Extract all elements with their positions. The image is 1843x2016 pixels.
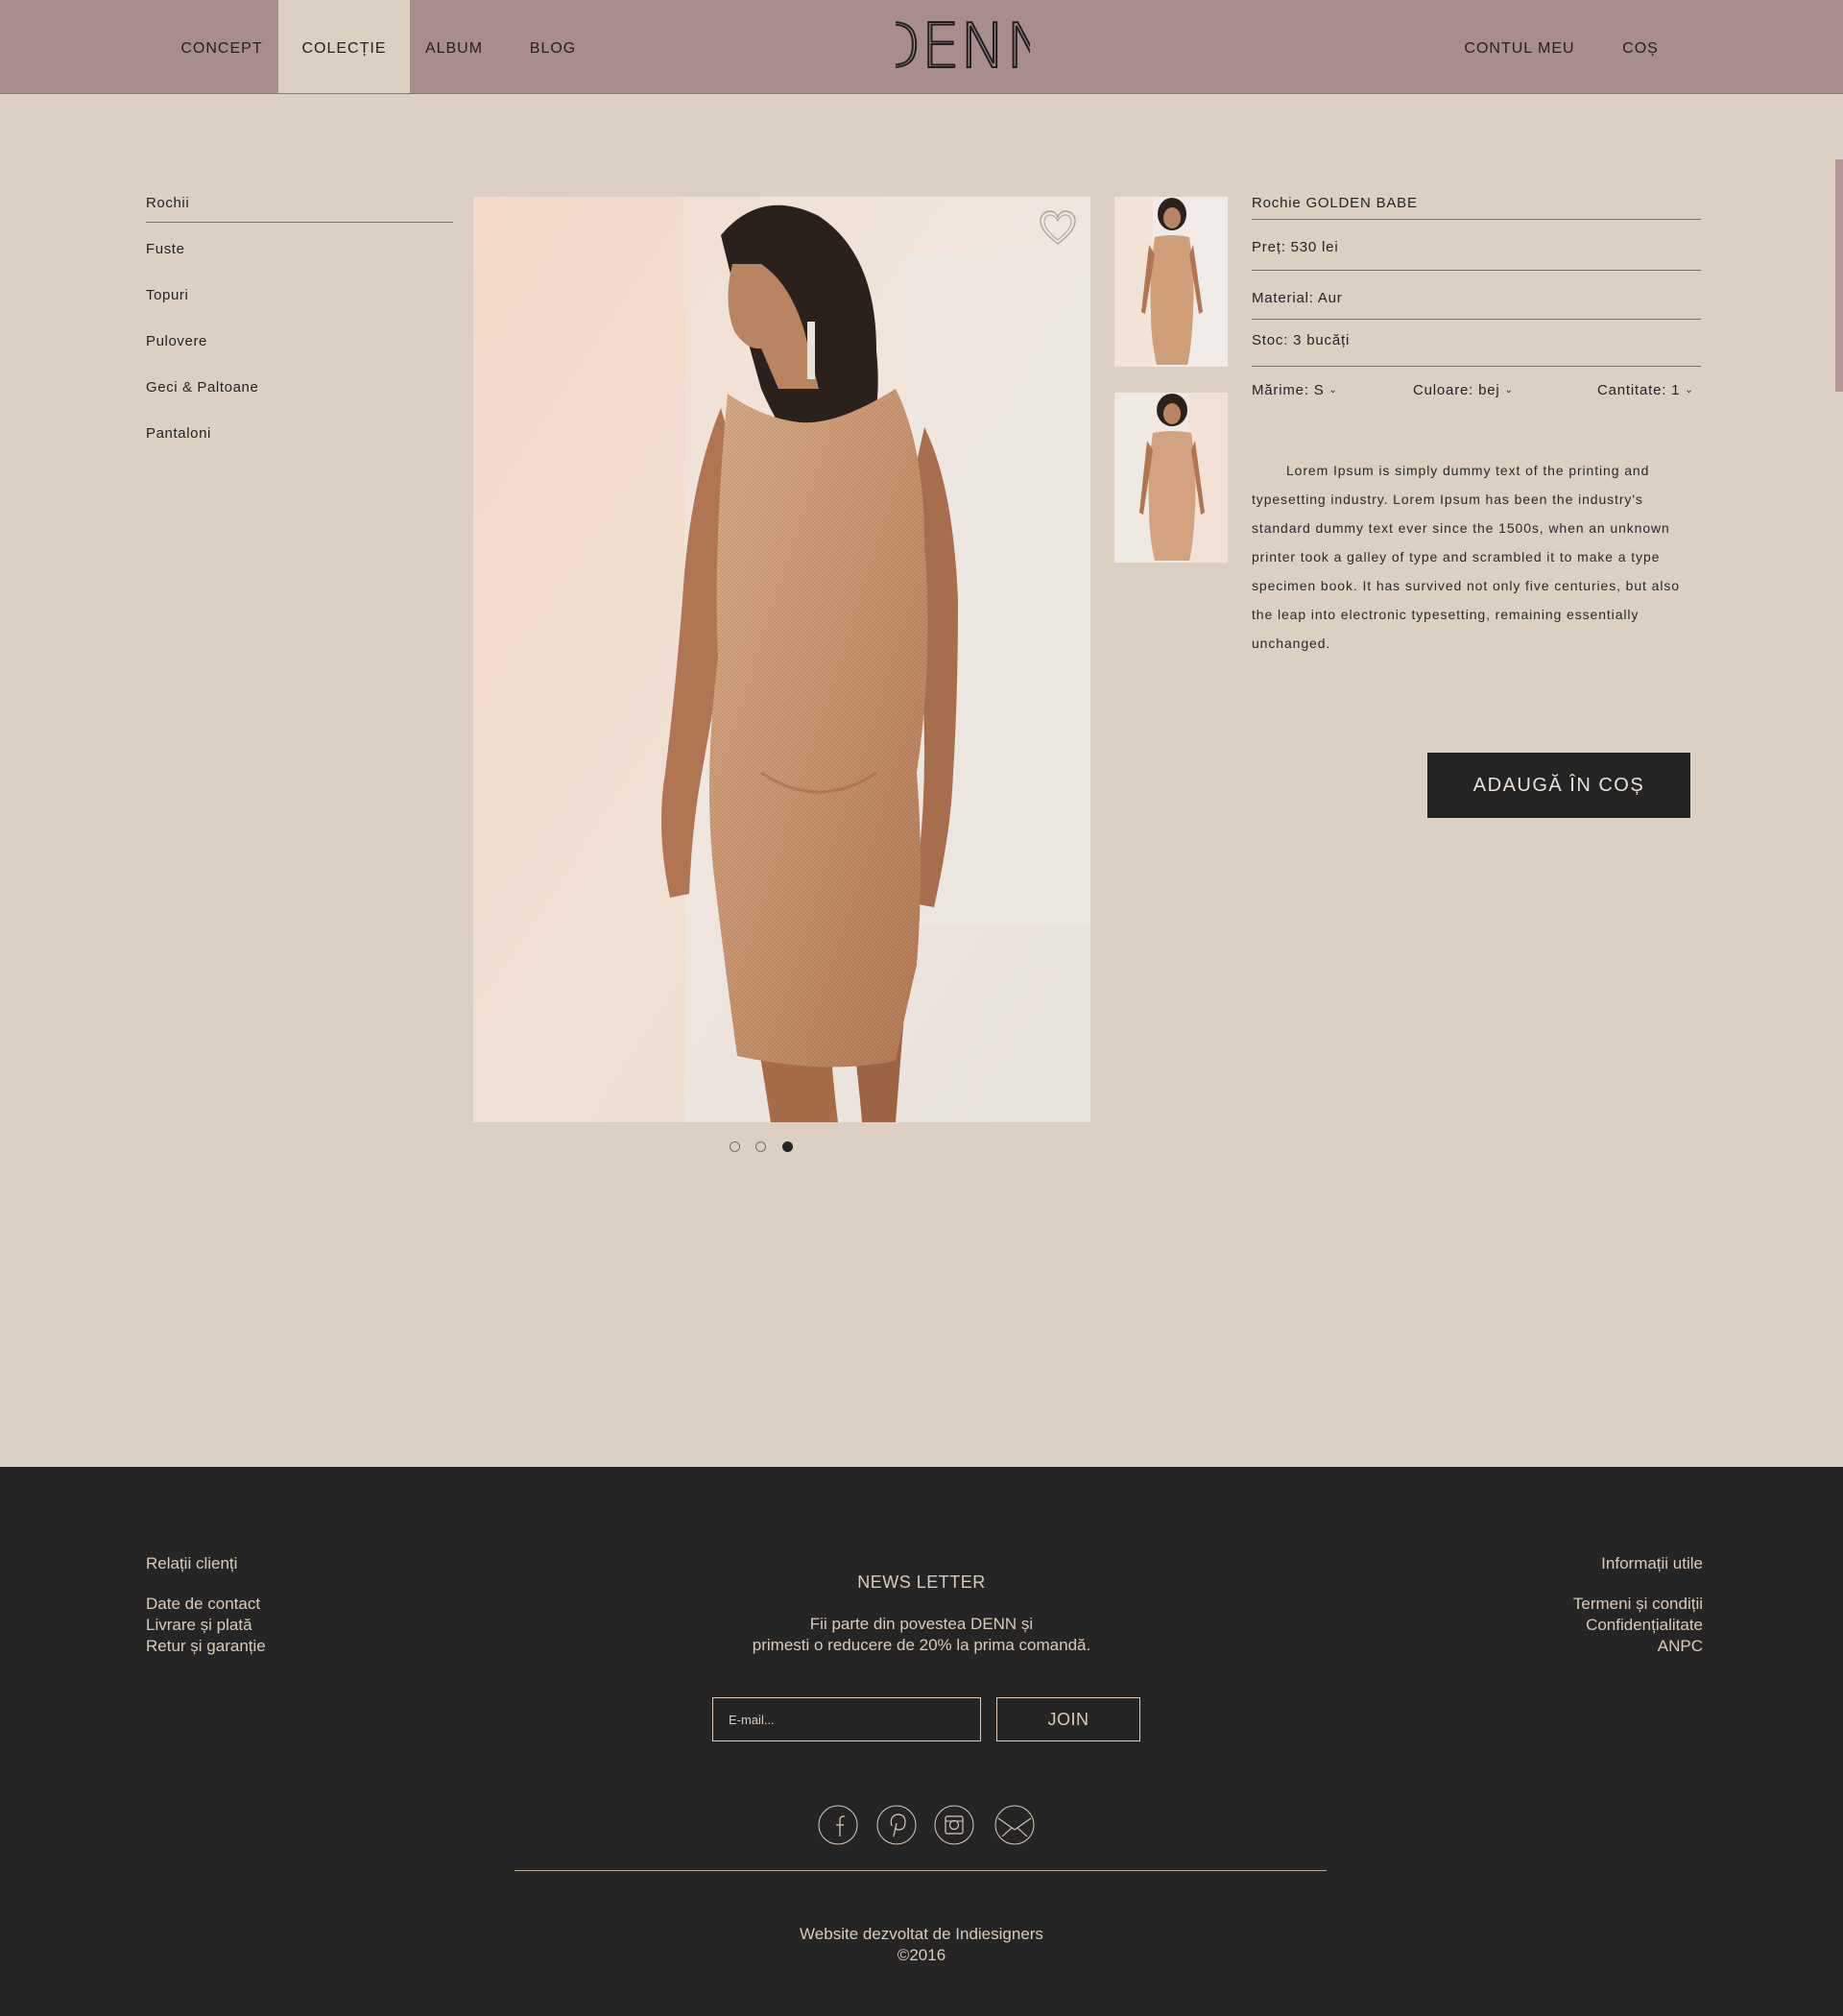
chevron-down-icon: ⌄ <box>1328 385 1338 396</box>
footer-link-privacy[interactable]: Confidențialitate <box>1573 1615 1703 1636</box>
instagram-icon[interactable] <box>934 1805 974 1845</box>
category-pulovere[interactable]: Pulovere <box>146 333 453 349</box>
carousel-dot-3[interactable] <box>782 1141 793 1152</box>
product-material: Material: Aur <box>1252 290 1343 306</box>
category-pantaloni[interactable]: Pantaloni <box>146 425 453 442</box>
newsletter-email-input[interactable] <box>712 1697 981 1741</box>
newsletter-line-1: Fii parte din povestea DENN și <box>809 1615 1034 1633</box>
site-header: CONCEPT COLECȚIE ALBUM BLOG DENN CONTUL … <box>0 0 1843 94</box>
mail-icon[interactable] <box>994 1805 1035 1845</box>
heart-icon[interactable] <box>1038 208 1078 249</box>
footer-link-contact[interactable]: Date de contact <box>146 1594 266 1615</box>
footer-left-title: Relații clienți <box>146 1554 238 1572</box>
nav-contul-meu[interactable]: CONTUL MEU <box>1457 0 1582 93</box>
product-stock: Stoc: 3 bucăți <box>1252 332 1351 348</box>
quantity-select-value: Cantitate: 1 <box>1597 382 1681 398</box>
scrollbar-thumb[interactable] <box>1835 159 1843 392</box>
detail-divider <box>1252 366 1701 367</box>
product-photo-illustration <box>473 197 1090 1122</box>
thumbnail-2-illustration <box>1114 393 1228 563</box>
product-main-image[interactable] <box>473 197 1090 1122</box>
product-name: Rochie GOLDEN BABE <box>1252 195 1418 211</box>
footer-useful-info: Informații utile Termeni și condiții Con… <box>1573 1553 1703 1657</box>
site-footer: Relații clienți Date de contact Livrare … <box>0 1467 1843 2016</box>
carousel-dot-2[interactable] <box>755 1141 766 1152</box>
denn-logo[interactable]: DENN <box>896 15 1030 73</box>
detail-divider <box>1252 219 1701 220</box>
credits-line-1: Website dezvoltat de Indiesigners <box>800 1925 1043 1943</box>
newsletter-join-button[interactable]: JOIN <box>996 1697 1140 1741</box>
quantity-select[interactable]: Cantitate: 1 ⌄ <box>1597 382 1694 398</box>
category-fuste[interactable]: Fuste <box>146 241 453 257</box>
size-select[interactable]: Mărime: S ⌄ <box>1252 382 1338 398</box>
category-topuri[interactable]: Topuri <box>146 287 453 303</box>
footer-divider <box>515 1870 1327 1871</box>
product-thumbnail-2[interactable] <box>1114 393 1228 563</box>
product-price: Preț: 530 lei <box>1252 239 1339 255</box>
logo-text: DENN <box>896 15 1030 73</box>
color-select[interactable]: Culoare: bej ⌄ <box>1413 382 1514 398</box>
credits-line-2: ©2016 <box>897 1946 946 1964</box>
footer-credits: Website dezvoltat de Indiesigners ©2016 <box>0 1924 1843 1966</box>
product-thumbnail-1[interactable] <box>1114 197 1228 367</box>
detail-divider <box>1252 319 1701 320</box>
thumbnail-1-illustration <box>1114 197 1228 367</box>
footer-link-anpc[interactable]: ANPC <box>1573 1636 1703 1657</box>
facebook-icon[interactable] <box>818 1805 858 1845</box>
carousel-dot-1[interactable] <box>730 1141 740 1152</box>
add-to-cart-button[interactable]: ADAUGĂ ÎN COȘ <box>1427 753 1690 818</box>
size-select-value: Mărime: S <box>1252 382 1325 398</box>
pinterest-icon[interactable] <box>876 1805 917 1845</box>
nav-blog[interactable]: BLOG <box>518 0 587 93</box>
category-geci-paltoane[interactable]: Geci & Paltoane <box>146 379 453 396</box>
chevron-down-icon: ⌄ <box>1504 385 1514 396</box>
newsletter-line-2: primesti o reducere de 20% la prima coma… <box>752 1636 1091 1654</box>
nav-concept[interactable]: CONCEPT <box>166 0 277 93</box>
category-rochii[interactable]: Rochii <box>146 195 453 211</box>
newsletter-text: Fii parte din povestea DENN și primesti … <box>0 1614 1843 1656</box>
product-description: Lorem Ipsum is simply dummy text of the … <box>1252 463 1680 651</box>
chevron-down-icon: ⌄ <box>1685 385 1694 396</box>
newsletter-title: NEWS LETTER <box>857 1572 986 1592</box>
color-select-value: Culoare: bej <box>1413 382 1500 398</box>
footer-right-title: Informații utile <box>1601 1554 1703 1572</box>
category-active-underline <box>146 222 453 223</box>
nav-colectie[interactable]: COLECȚIE <box>278 0 410 93</box>
nav-cos[interactable]: COȘ <box>1613 0 1668 93</box>
detail-divider <box>1252 270 1701 271</box>
nav-album[interactable]: ALBUM <box>416 0 492 93</box>
footer-link-terms[interactable]: Termeni și condiții <box>1573 1594 1703 1615</box>
